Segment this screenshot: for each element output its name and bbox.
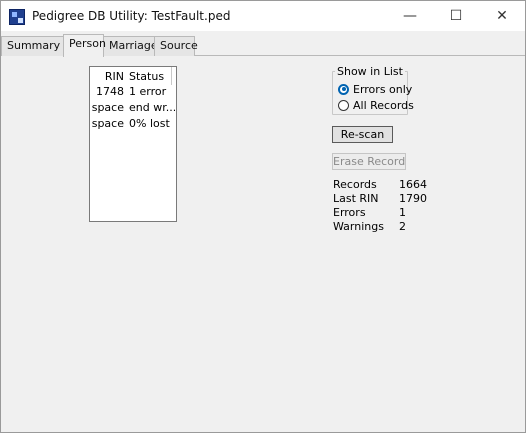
errors-only-radio[interactable]: Errors only xyxy=(338,82,412,96)
cell-status: 0% lost xyxy=(129,117,170,130)
stat-label-last-rin: Last RIN xyxy=(333,192,379,205)
all-records-radio[interactable]: All Records xyxy=(338,98,414,112)
cell-rin: 1748 xyxy=(96,85,124,98)
errors-only-label[interactable]: Errors only xyxy=(353,83,412,96)
tab-summary[interactable]: Summary xyxy=(1,36,64,56)
stat-value-warnings: 2 xyxy=(399,220,406,233)
cell-status: 1 error xyxy=(129,85,167,98)
app-icon xyxy=(9,9,25,25)
minimize-button[interactable]: — xyxy=(387,1,433,31)
column-header-status[interactable]: Status xyxy=(129,70,164,83)
close-button[interactable]: ✕ xyxy=(479,1,525,31)
tab-person[interactable]: Person xyxy=(63,34,106,57)
window-title: Pedigree DB Utility: TestFault.ped xyxy=(32,9,231,23)
records-list[interactable]: RIN Status 1748 1 error space end wr... … xyxy=(89,66,177,222)
tab-marriage[interactable]: Marriage xyxy=(103,36,158,56)
title-bar: Pedigree DB Utility: TestFault.ped — ☐ ✕ xyxy=(1,1,525,31)
tab-strip: Summary Person Marriage Source xyxy=(1,31,525,57)
show-in-list-group: Show in List Errors only All Records xyxy=(332,65,414,115)
stat-label-warnings: Warnings xyxy=(333,220,384,233)
erase-record-button: Erase Record xyxy=(332,153,406,170)
list-item[interactable]: space 0% lost xyxy=(90,117,176,133)
column-divider[interactable] xyxy=(171,67,172,85)
cell-status: end wr... xyxy=(129,101,175,114)
column-header-rin[interactable]: RIN xyxy=(90,70,124,83)
cell-rin: space xyxy=(91,101,124,114)
maximize-button[interactable]: ☐ xyxy=(433,1,479,31)
rescan-button[interactable]: Re-scan xyxy=(332,126,393,143)
tab-source[interactable]: Source xyxy=(154,36,198,56)
all-records-label[interactable]: All Records xyxy=(353,99,414,112)
stat-label-records: Records xyxy=(333,178,377,191)
list-item[interactable]: 1748 1 error xyxy=(90,85,176,101)
app-window: Pedigree DB Utility: TestFault.ped — ☐ ✕… xyxy=(0,0,526,433)
radio-checked-icon[interactable] xyxy=(338,83,349,95)
stat-value-last-rin: 1790 xyxy=(399,192,427,205)
list-item[interactable]: space end wr... xyxy=(90,101,176,117)
stat-value-errors: 1 xyxy=(399,206,406,219)
radio-unchecked-icon[interactable] xyxy=(338,99,349,111)
show-in-list-legend: Show in List xyxy=(335,65,405,78)
cell-rin: space xyxy=(91,117,124,130)
stat-value-records: 1664 xyxy=(399,178,427,191)
stat-label-errors: Errors xyxy=(333,206,366,219)
list-header: RIN Status xyxy=(90,67,176,85)
